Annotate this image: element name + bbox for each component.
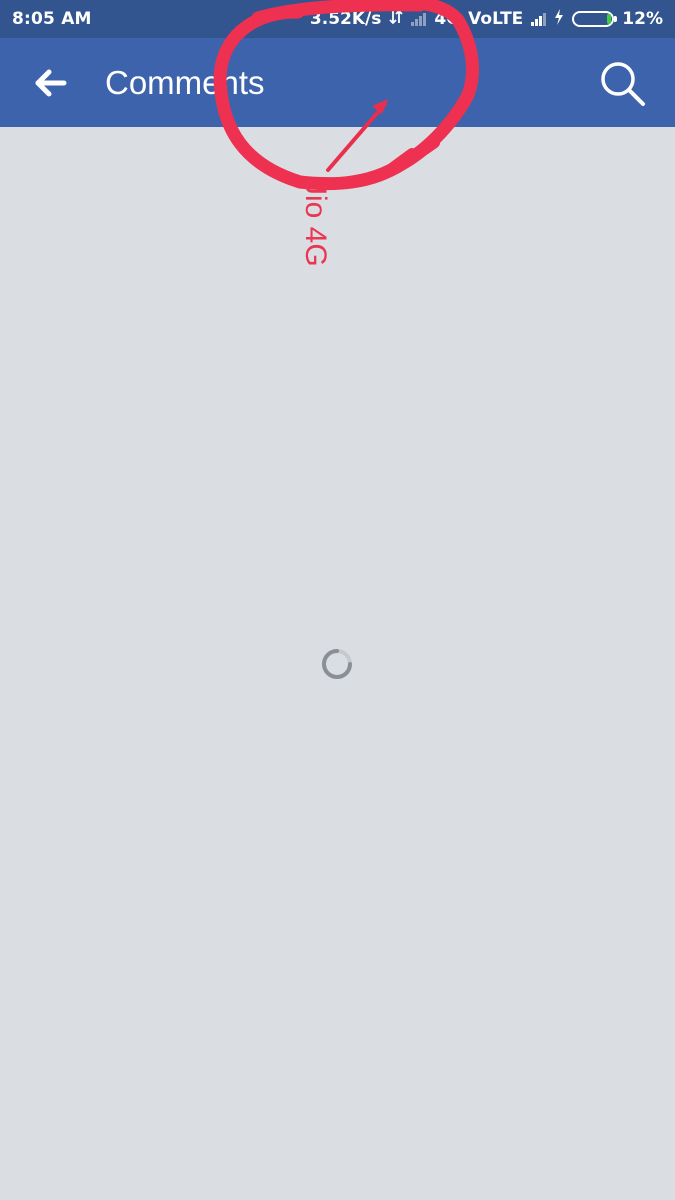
network-speed: 3.52K/s [309,9,382,29]
page-title: Comments [105,64,265,101]
comments-screen: 8:05 AM 3.52K/s 4G VoLTE 12% Comments Ji… [0,0,675,1200]
status-time: 8:05 AM [12,9,92,29]
annotation-text: Jio 4G [299,180,332,267]
status-indicators: 3.52K/s 4G VoLTE 12% [309,8,663,30]
battery-level-fill [607,14,612,24]
arrow-left-icon [35,69,67,97]
status-bar: 8:05 AM 3.52K/s 4G VoLTE 12% [0,0,675,38]
app-bar: Comments [0,38,675,127]
battery-percent: 12% [622,9,663,29]
signal-bars-icon [531,12,547,26]
network-type: 4G [434,9,461,29]
signal-bars-icon [411,12,427,26]
battery-icon [572,11,618,27]
loading-spinner-icon [322,649,352,679]
volte-label: VoLTE [468,9,524,29]
search-icon [601,62,645,106]
back-button[interactable] [28,60,74,106]
data-transfer-icon [389,9,403,30]
charging-bolt-icon [554,8,564,30]
search-button[interactable] [596,59,652,111]
